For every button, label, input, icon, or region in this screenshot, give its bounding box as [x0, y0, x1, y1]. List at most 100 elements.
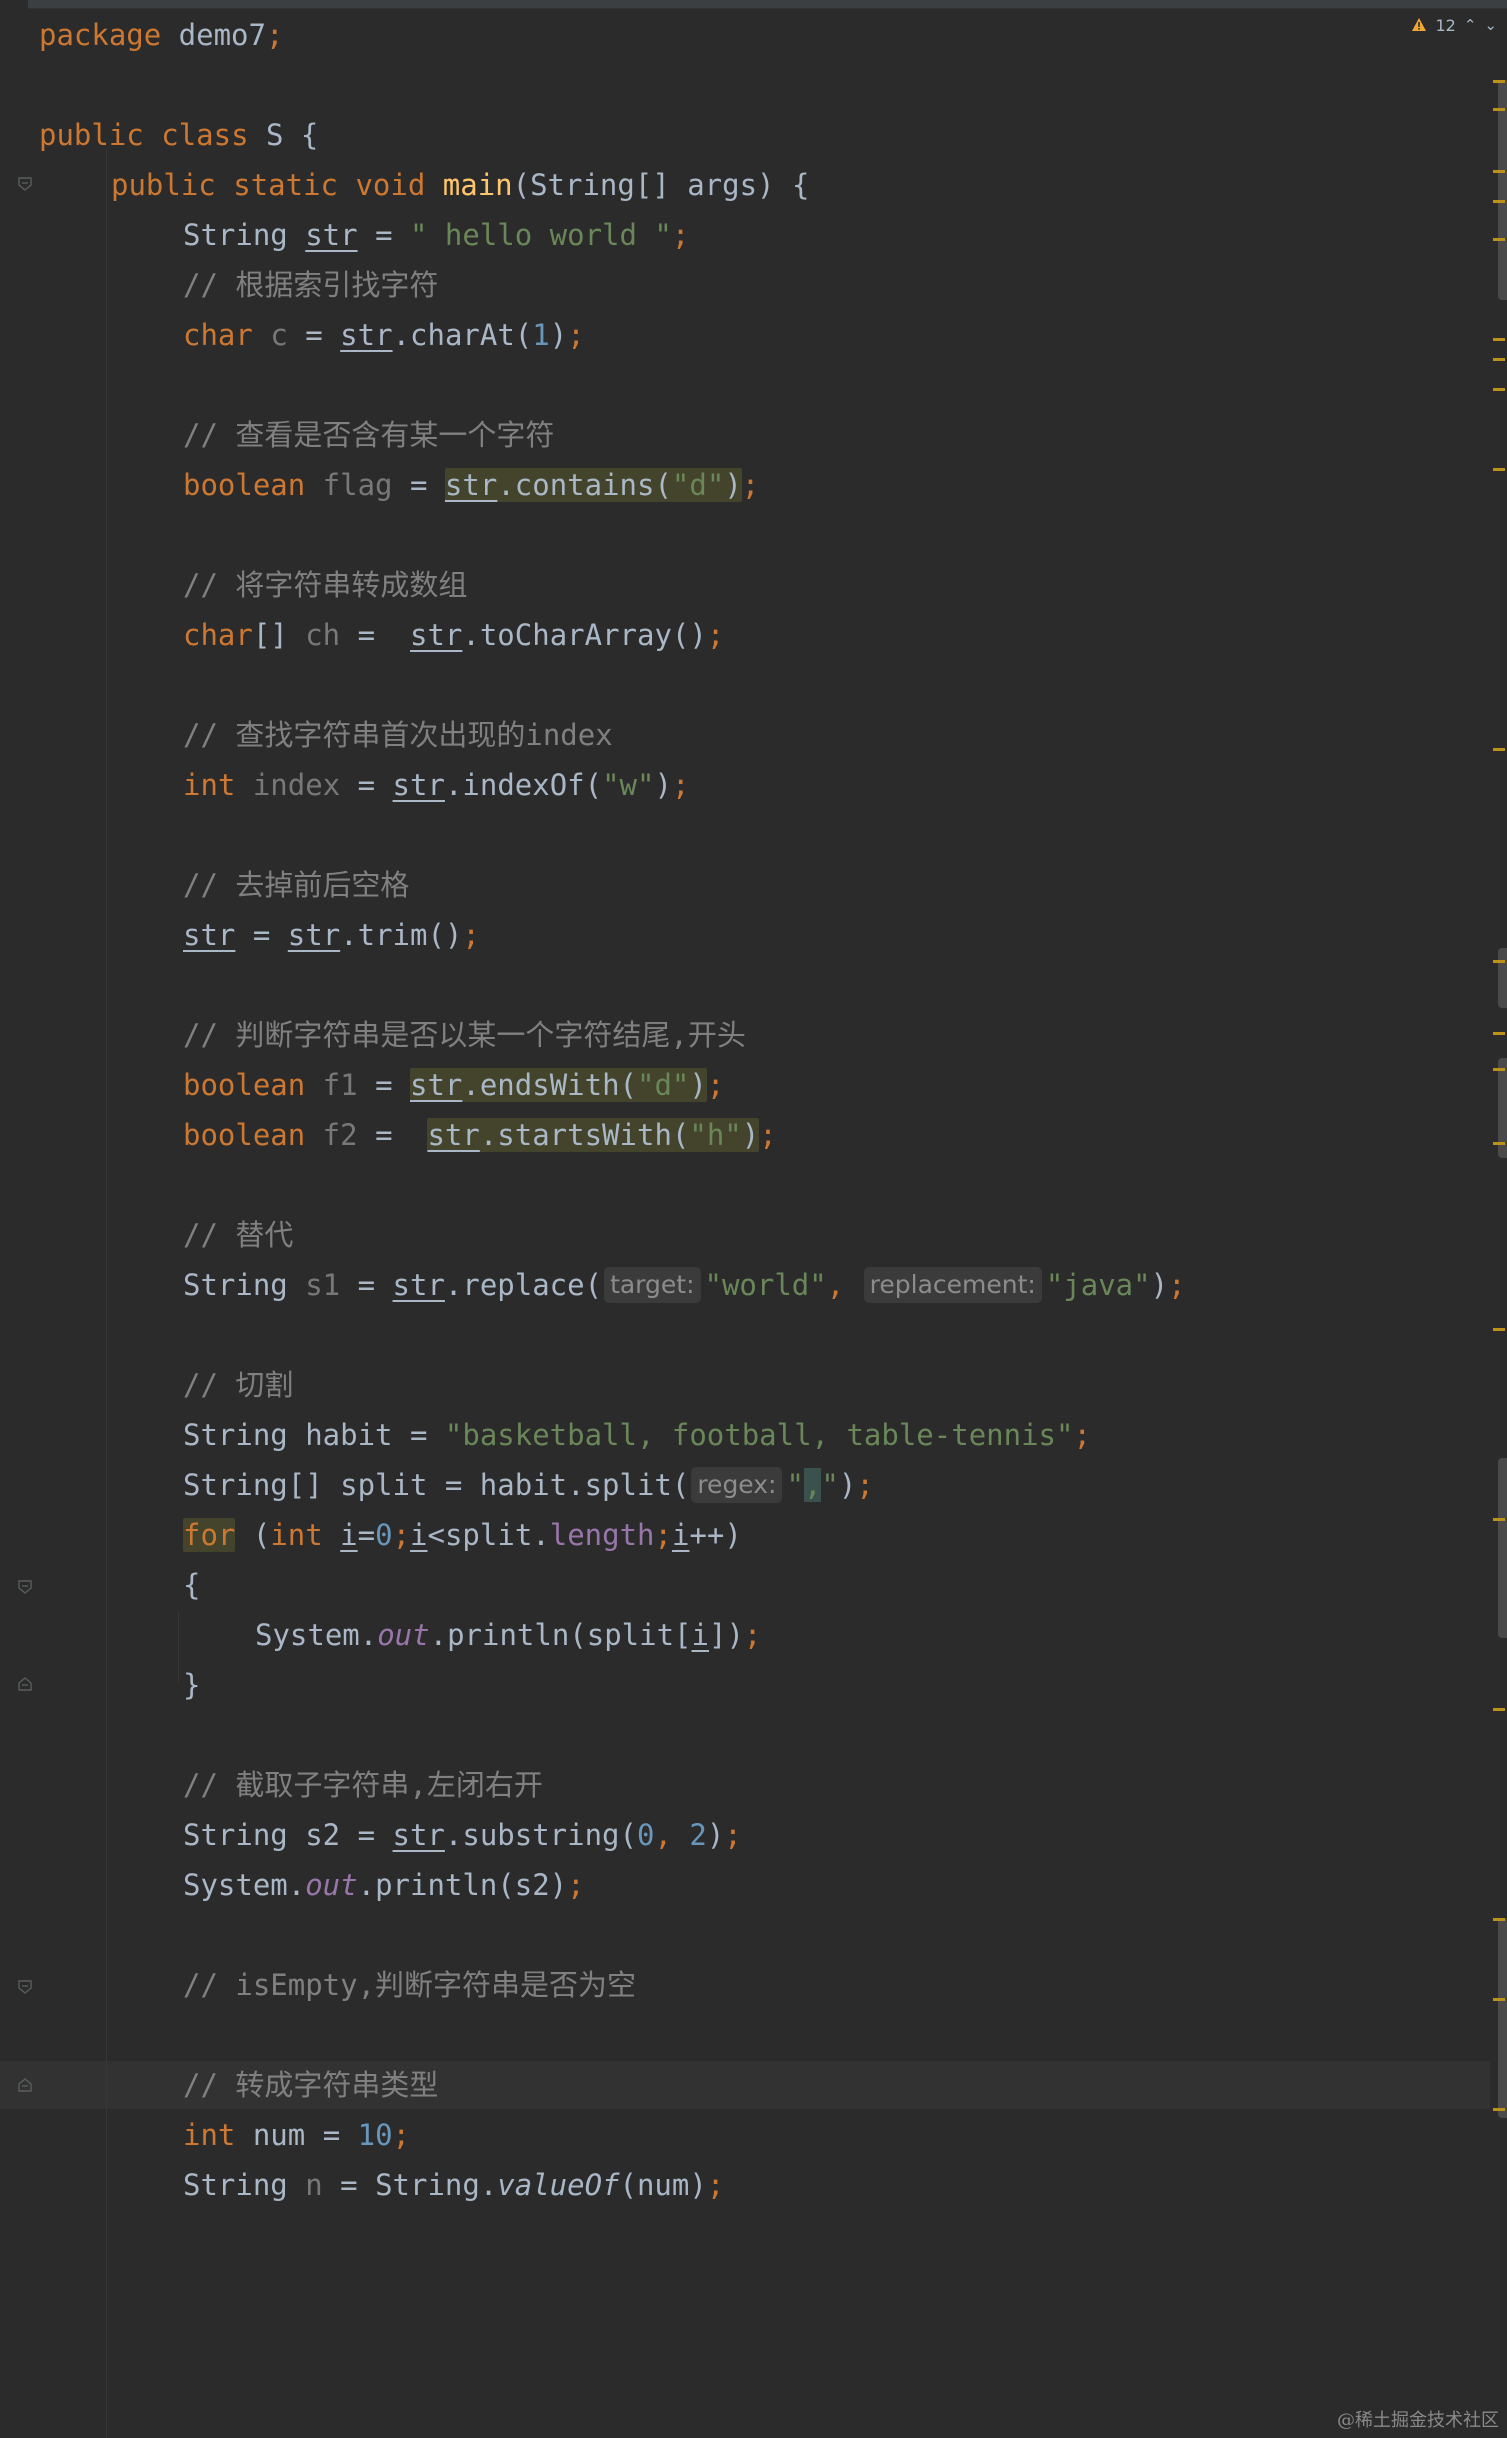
- scrollbar-thumb[interactable]: [1498, 1458, 1507, 1638]
- number-literal: 10: [357, 2118, 393, 2152]
- keyword: boolean: [183, 468, 306, 502]
- warning-stripe[interactable]: [1493, 1142, 1505, 1145]
- code-line-comment[interactable]: // 将字符串转成数组: [183, 560, 467, 610]
- code-line-replace[interactable]: String s1 = str.replace(target: "world", …: [183, 1260, 1186, 1310]
- field: length: [549, 1518, 655, 1552]
- code-line-println-s2[interactable]: System.out.println(s2);: [183, 1860, 585, 1910]
- chevron-up-icon[interactable]: ⌃: [1464, 17, 1477, 33]
- variable: str: [392, 768, 445, 802]
- warning-stripe[interactable]: [1493, 80, 1505, 83]
- warning-stripe[interactable]: [1493, 388, 1505, 391]
- inspection-widget[interactable]: 12 ⌃ ⌄: [1411, 12, 1497, 38]
- number-literal: 1: [532, 318, 550, 352]
- code-line-endswith[interactable]: boolean f1 = str.endsWith("d");: [183, 1060, 724, 1110]
- code-line-for[interactable]: for (int i=0;i<split.length;i++): [183, 1510, 742, 1560]
- scrollbar-thumb[interactable]: [1498, 948, 1507, 1008]
- fold-icon[interactable]: [17, 1979, 33, 1995]
- code-line-package[interactable]: package demo7;: [39, 10, 283, 60]
- identifier: System.: [183, 1868, 306, 1902]
- code-line-comment[interactable]: // 截取子字符串,左闭右开: [183, 1760, 543, 1810]
- code-line-comment[interactable]: // isEmpty,判断字符串是否为空: [183, 1960, 636, 2010]
- comment: // 截取子字符串,左闭右开: [183, 1768, 543, 1802]
- warning-stripe[interactable]: [1493, 108, 1505, 111]
- warning-stripe[interactable]: [1493, 1518, 1505, 1521]
- warning-stripe[interactable]: [1493, 2108, 1505, 2111]
- code-line-class-decl[interactable]: public class S {: [39, 110, 318, 160]
- code-line-comment[interactable]: // 判断字符串是否以某一个字符结尾,开头: [183, 1010, 746, 1060]
- warning-stripe[interactable]: [1493, 358, 1505, 361]
- code-line-println[interactable]: System.out.println(split[i]);: [255, 1610, 761, 1660]
- warning-stripe[interactable]: [1493, 338, 1505, 341]
- fold-end-icon[interactable]: [17, 2077, 33, 2093]
- parameter-hint: regex:: [691, 1467, 783, 1503]
- warning-stripe[interactable]: [1493, 468, 1505, 471]
- string-literal: "world": [704, 1268, 827, 1302]
- code-line-startswith[interactable]: boolean f2 = str.startsWith("h");: [183, 1110, 777, 1160]
- variable: f1: [305, 1068, 358, 1102]
- comment: // 去掉前后空格: [183, 868, 410, 902]
- variable: str: [287, 918, 341, 952]
- identifier: String: [183, 218, 306, 252]
- variable: str: [183, 918, 236, 952]
- static-field: out: [377, 1618, 430, 1652]
- method-call: .trim(): [340, 918, 463, 952]
- fold-end-icon[interactable]: [17, 1676, 33, 1692]
- code-line-tochararray[interactable]: char[] ch = str.toCharArray();: [183, 610, 724, 660]
- keyword: char: [183, 618, 253, 652]
- code-line-comment[interactable]: // 切割: [183, 1360, 293, 1410]
- variable: n: [305, 2168, 323, 2202]
- code-line-str-decl[interactable]: String str = " hello world ";: [183, 210, 689, 260]
- keyword: int: [183, 2118, 236, 2152]
- identifier: String: [183, 2168, 306, 2202]
- keyword: char: [183, 318, 253, 352]
- code-line-num[interactable]: int num = 10;: [183, 2110, 410, 2160]
- warning-stripe[interactable]: [1493, 200, 1505, 203]
- warning-icon: [1412, 18, 1427, 31]
- code-line-split[interactable]: String[] split = habit.split(regex: ",");: [183, 1460, 874, 1510]
- code-editor[interactable]: package demo7; public class S { public s…: [0, 0, 1507, 2438]
- code-line-indexof[interactable]: int index = str.indexOf("w");: [183, 760, 689, 810]
- code-line-main-decl[interactable]: public static void main(String[] args) {: [111, 160, 809, 210]
- warning-stripe[interactable]: [1493, 748, 1505, 751]
- code-line-habit[interactable]: String habit = "basketball, football, ta…: [183, 1410, 1091, 1460]
- code-line-comment[interactable]: // 转成字符串类型: [183, 2060, 438, 2110]
- warning-stripe[interactable]: [1493, 1998, 1505, 2001]
- warning-stripe[interactable]: [1493, 1032, 1505, 1035]
- warning-stripe[interactable]: [1493, 1068, 1505, 1071]
- string-literal: "basketball, football, table-tennis": [444, 1418, 1074, 1452]
- scrollbar-thumb[interactable]: [1498, 80, 1507, 300]
- code-line-substring[interactable]: String s2 = str.substring(0, 2);: [183, 1810, 742, 1860]
- code-line-comment[interactable]: // 去掉前后空格: [183, 860, 409, 910]
- fold-icon[interactable]: [17, 176, 33, 192]
- number-literal: 2: [689, 1818, 707, 1852]
- scrollbar[interactable]: [1493, 60, 1507, 2430]
- code-line-comment[interactable]: // 查找字符串首次出现的index: [183, 710, 613, 760]
- identifier: String habit =: [183, 1418, 445, 1452]
- code-line-comment[interactable]: // 根据索引找字符: [183, 260, 438, 310]
- identifier: System.: [255, 1618, 378, 1652]
- warning-stripe[interactable]: [1493, 1708, 1505, 1711]
- method-call: .startsWith(: [479, 1118, 690, 1152]
- code-line-contains[interactable]: boolean flag = str.contains("d");: [183, 460, 759, 510]
- code-line-comment[interactable]: // 查看是否含有某一个字符: [183, 410, 554, 460]
- scrollbar-thumb[interactable]: [1498, 1918, 1507, 2118]
- method-call: .indexOf(: [444, 768, 603, 802]
- warning-stripe[interactable]: [1493, 1918, 1505, 1921]
- keyword: class: [161, 118, 249, 152]
- string-literal: ,: [803, 1468, 822, 1502]
- code-line-comment[interactable]: // 替代: [183, 1210, 293, 1260]
- code-line-charat[interactable]: char c = str.charAt(1);: [183, 310, 585, 360]
- identifier: num =: [235, 2118, 358, 2152]
- code-line-trim[interactable]: str = str.trim();: [183, 910, 480, 960]
- code-line-valueof[interactable]: String n = String.valueOf(num);: [183, 2160, 724, 2210]
- variable: ch: [287, 618, 341, 652]
- chevron-down-icon[interactable]: ⌄: [1484, 17, 1497, 33]
- fold-icon[interactable]: [17, 1579, 33, 1595]
- code-line-brace[interactable]: }: [183, 1660, 200, 1710]
- warning-stripe[interactable]: [1493, 170, 1505, 173]
- warning-stripe[interactable]: [1493, 960, 1505, 963]
- variable: str: [427, 1118, 480, 1152]
- warning-stripe[interactable]: [1493, 238, 1505, 241]
- code-line-brace[interactable]: {: [183, 1560, 200, 1610]
- warning-stripe[interactable]: [1493, 1328, 1505, 1331]
